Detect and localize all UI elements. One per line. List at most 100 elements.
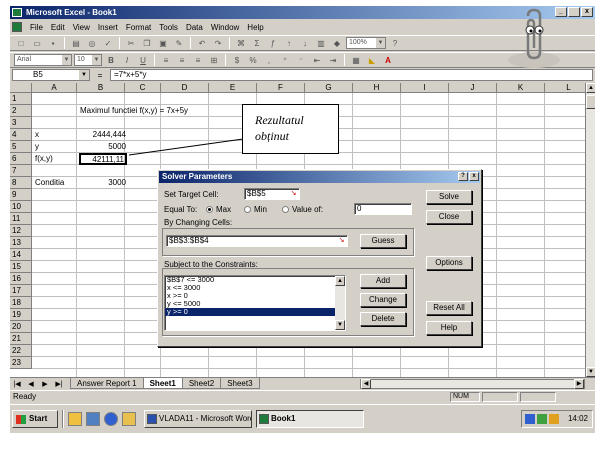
equals-icon[interactable]: = — [90, 71, 110, 80]
italic-icon[interactable]: I — [120, 54, 134, 67]
constraint-item-selected[interactable]: y >= 0 — [165, 308, 345, 316]
tab-sheet2[interactable]: Sheet2 — [181, 378, 222, 389]
redo-icon[interactable]: ↷ — [211, 37, 225, 50]
bold-icon[interactable]: B — [104, 54, 118, 67]
comma-icon[interactable]: , — [262, 54, 276, 67]
increase-decimal-icon[interactable]: ⁺ — [278, 54, 292, 67]
hyperlink-icon[interactable]: ⌘ — [234, 37, 248, 50]
scroll-down-icon[interactable]: ▼ — [335, 320, 345, 330]
tab-sheet3[interactable]: Sheet3 — [220, 378, 260, 389]
menu-help[interactable]: Help — [243, 23, 267, 32]
copy-icon[interactable]: ❐ — [140, 37, 154, 50]
dialog-help-button[interactable]: ? — [458, 172, 468, 181]
paste-icon[interactable]: ▣ — [156, 37, 170, 50]
row-header[interactable]: 1 — [10, 93, 32, 105]
cell-a3[interactable]: x — [35, 129, 39, 141]
range-select-icon[interactable]: ↘ — [337, 237, 346, 245]
constraint-item[interactable]: x <= 3000 — [165, 284, 345, 292]
column-header[interactable]: C — [125, 83, 161, 93]
office-assistant-icon[interactable]: ? — [388, 37, 402, 50]
horizontal-scrollbar[interactable]: ◀ ▶ — [360, 379, 585, 389]
menu-format[interactable]: Format — [122, 23, 155, 32]
increase-indent-icon[interactable]: ⇥ — [326, 54, 340, 67]
merge-center-icon[interactable]: ⊞ — [207, 54, 221, 67]
column-header[interactable]: H — [353, 83, 401, 93]
cell-b4[interactable]: 5000 — [80, 141, 126, 153]
row-header[interactable]: 15 — [10, 261, 32, 273]
align-center-icon[interactable]: ≡ — [175, 54, 189, 67]
column-header[interactable]: K — [497, 83, 545, 93]
row-header[interactable]: 6 — [10, 153, 32, 165]
constraints-scrollbar[interactable]: ▲ ▼ — [335, 276, 345, 330]
menu-edit[interactable]: Edit — [47, 23, 69, 32]
format-painter-icon[interactable]: ✎ — [172, 37, 186, 50]
close-dialog-button[interactable]: Close — [426, 210, 472, 224]
column-header[interactable]: I — [401, 83, 449, 93]
task-word[interactable]: VLADA11 - Microsoft Word — [144, 410, 252, 428]
cell-b5-selected[interactable]: 42111,11 — [79, 153, 127, 165]
tray-icon[interactable] — [537, 414, 547, 424]
row-header[interactable]: 17 — [10, 285, 32, 297]
vertical-scrollbar[interactable]: ▲ ▼ — [585, 83, 595, 377]
row-header[interactable]: 23 — [10, 357, 32, 369]
menu-view[interactable]: View — [69, 23, 94, 32]
min-radio[interactable] — [244, 206, 251, 213]
guess-button[interactable]: Guess — [360, 234, 406, 248]
constraint-item[interactable]: y <= 5000 — [165, 300, 345, 308]
row-header[interactable]: 5 — [10, 141, 32, 153]
percent-icon[interactable]: % — [246, 54, 260, 67]
scroll-left-icon[interactable]: ◀ — [361, 379, 371, 389]
spelling-icon[interactable]: ✓ — [101, 37, 115, 50]
print-icon[interactable]: ▤ — [69, 37, 83, 50]
folder-icon[interactable] — [122, 412, 136, 426]
chart-wizard-icon[interactable]: ▥ — [314, 37, 328, 50]
scroll-up-icon[interactable]: ▲ — [586, 83, 595, 93]
menu-tools[interactable]: Tools — [155, 23, 182, 32]
cell-a5[interactable]: f(x,y) — [35, 153, 53, 165]
range-select-icon[interactable]: ↘ — [289, 190, 298, 198]
cut-icon[interactable]: ✂ — [124, 37, 138, 50]
browser-icon[interactable] — [104, 412, 118, 426]
cell-a4[interactable]: y — [35, 141, 39, 153]
row-header[interactable]: 20 — [10, 321, 32, 333]
print-preview-icon[interactable]: ◎ — [85, 37, 99, 50]
column-header[interactable]: G — [305, 83, 353, 93]
row-header[interactable]: 7 — [10, 165, 32, 177]
chevron-down-icon[interactable]: ▼ — [92, 55, 101, 65]
align-left-icon[interactable]: ≡ — [159, 54, 173, 67]
chevron-down-icon[interactable]: ▼ — [79, 70, 89, 80]
formula-input[interactable]: =7*x+5*y — [110, 69, 593, 81]
column-header[interactable]: L — [545, 83, 585, 93]
open-icon[interactable]: ▭ — [30, 37, 44, 50]
font-size-combo[interactable]: 10 ▼ — [74, 54, 102, 66]
name-box[interactable]: B5 ▼ — [12, 69, 90, 81]
sort-ascending-icon[interactable]: ↑ — [282, 37, 296, 50]
function-icon[interactable]: ƒ — [266, 37, 280, 50]
dialog-close-button[interactable]: x — [469, 172, 479, 181]
tab-sheet1[interactable]: Sheet1 — [142, 378, 183, 389]
workbook-icon[interactable] — [12, 22, 22, 32]
solve-button[interactable]: Solve — [426, 190, 472, 204]
row-header[interactable]: 22 — [10, 345, 32, 357]
next-sheet-icon[interactable]: ▶ — [38, 380, 52, 388]
select-all-corner[interactable] — [10, 83, 32, 93]
autosum-icon[interactable]: Σ — [250, 37, 264, 50]
font-color-icon[interactable]: A — [381, 54, 395, 67]
desktop-icon[interactable] — [68, 412, 82, 426]
row-header[interactable]: 14 — [10, 249, 32, 261]
undo-icon[interactable]: ↶ — [195, 37, 209, 50]
scroll-thumb[interactable] — [586, 95, 595, 109]
max-radio[interactable] — [206, 206, 213, 213]
changing-cells-input[interactable]: $B$3:$B$4 ↘ — [166, 235, 348, 247]
row-header[interactable]: 13 — [10, 237, 32, 249]
last-sheet-icon[interactable]: ▶| — [52, 380, 66, 388]
scroll-up-icon[interactable]: ▲ — [335, 276, 345, 286]
column-header[interactable]: D — [161, 83, 209, 93]
new-icon[interactable]: □ — [14, 37, 28, 50]
reset-all-button[interactable]: Reset All — [426, 301, 472, 315]
row-header[interactable]: 19 — [10, 309, 32, 321]
row-header[interactable]: 3 — [10, 117, 32, 129]
row-header[interactable]: 4 — [10, 129, 32, 141]
row-header[interactable]: 16 — [10, 273, 32, 285]
cell-b7[interactable]: 3000 — [80, 177, 126, 189]
